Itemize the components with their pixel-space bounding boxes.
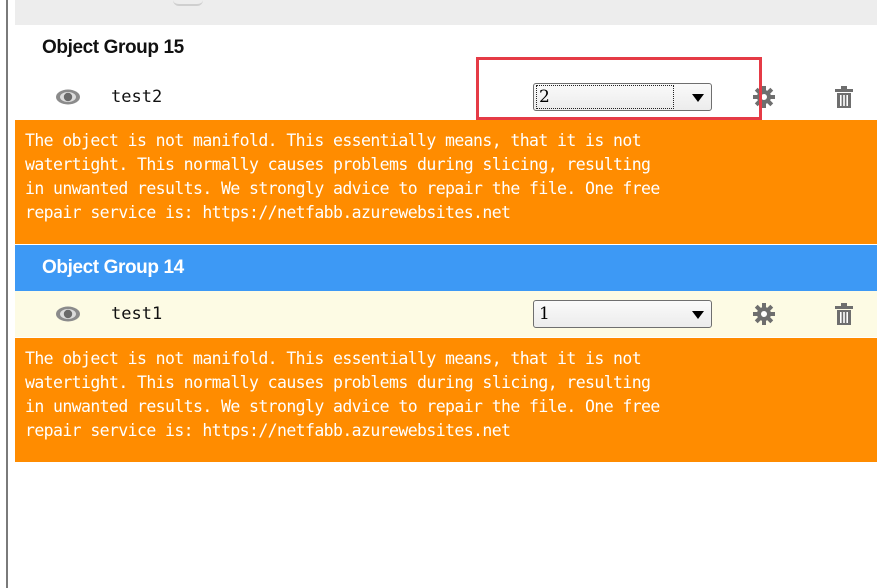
object-group-14: Object Group 14 test1 1 The object is no… [15, 245, 877, 463]
previous-item-strip [15, 0, 877, 25]
extruder-select[interactable]: 1 [533, 300, 712, 328]
trash-icon[interactable] [834, 303, 854, 325]
select-value: 1 [539, 304, 550, 324]
warning-line: in unwanted results. We strongly advice … [25, 397, 660, 416]
manifold-warning: The object is not manifold. This essenti… [15, 338, 877, 462]
warning-line: watertight. This normally causes problem… [25, 155, 651, 174]
object-row-test1[interactable]: test1 1 [15, 291, 877, 337]
object-name: test2 [111, 87, 163, 107]
warning-line: repair service is: https://netfabb.azure… [25, 203, 511, 222]
eye-icon[interactable] [55, 88, 81, 106]
manifold-warning: The object is not manifold. This essenti… [15, 120, 877, 244]
warning-line: The object is not manifold. This essenti… [25, 349, 642, 368]
warning-line: watertight. This normally causes problem… [25, 373, 651, 392]
annotation-highlight-box [476, 57, 762, 120]
group-title[interactable]: Object Group 14 [15, 245, 877, 291]
warning-line: in unwanted results. We strongly advice … [25, 179, 660, 198]
trash-icon[interactable] [834, 86, 854, 108]
warning-line: repair service is: https://netfabb.azure… [25, 421, 511, 440]
panel-left-border [6, 0, 8, 588]
scroll-remnant [173, 0, 203, 6]
warning-line: The object is not manifold. This essenti… [25, 131, 642, 150]
object-name: test1 [111, 304, 163, 324]
eye-icon[interactable] [55, 305, 81, 323]
chevron-down-icon [692, 311, 704, 319]
gear-icon[interactable] [753, 303, 775, 325]
